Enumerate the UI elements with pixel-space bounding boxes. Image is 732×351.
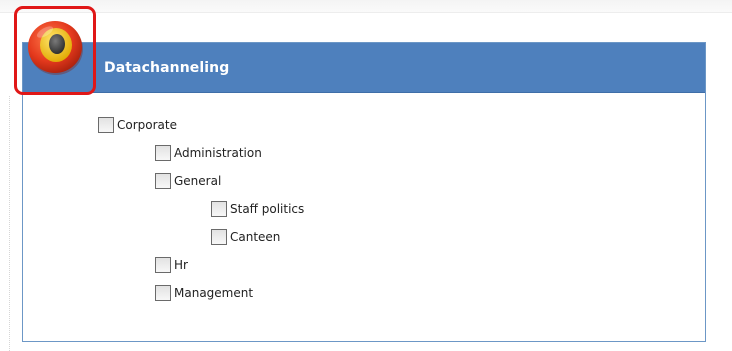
checkbox[interactable]: [98, 117, 114, 133]
tree-node-staff-politics[interactable]: Staff politics: [211, 200, 304, 218]
top-strip: [0, 0, 732, 13]
tree-node-canteen[interactable]: Canteen: [211, 228, 280, 246]
tree-node-general[interactable]: General: [155, 172, 221, 190]
panel-title: Datachanneling: [104, 60, 230, 76]
left-guide-line: [9, 96, 10, 351]
page: Datachanneling Corporate Administration …: [0, 0, 732, 351]
checkbox[interactable]: [211, 201, 227, 217]
tree-node-administration[interactable]: Administration: [155, 144, 262, 162]
panel-header: Datachanneling: [23, 43, 705, 93]
checkbox[interactable]: [155, 285, 171, 301]
tree-node-hr[interactable]: Hr: [155, 256, 188, 274]
checkbox[interactable]: [155, 145, 171, 161]
node-label: Hr: [174, 258, 188, 272]
node-label: Canteen: [230, 230, 281, 244]
node-label: General: [174, 174, 222, 188]
logo-highlight-box: [14, 6, 96, 95]
node-label: Corporate: [117, 118, 177, 132]
datachanneling-panel: Datachanneling: [22, 42, 706, 342]
checkbox[interactable]: [211, 229, 227, 245]
node-label: Staff politics: [230, 202, 305, 216]
node-label: Administration: [174, 146, 262, 160]
tree-node-corporate[interactable]: Corporate: [98, 116, 177, 134]
tree-node-management[interactable]: Management: [155, 284, 253, 302]
checkbox[interactable]: [155, 173, 171, 189]
node-label: Management: [174, 286, 254, 300]
checkbox[interactable]: [155, 257, 171, 273]
